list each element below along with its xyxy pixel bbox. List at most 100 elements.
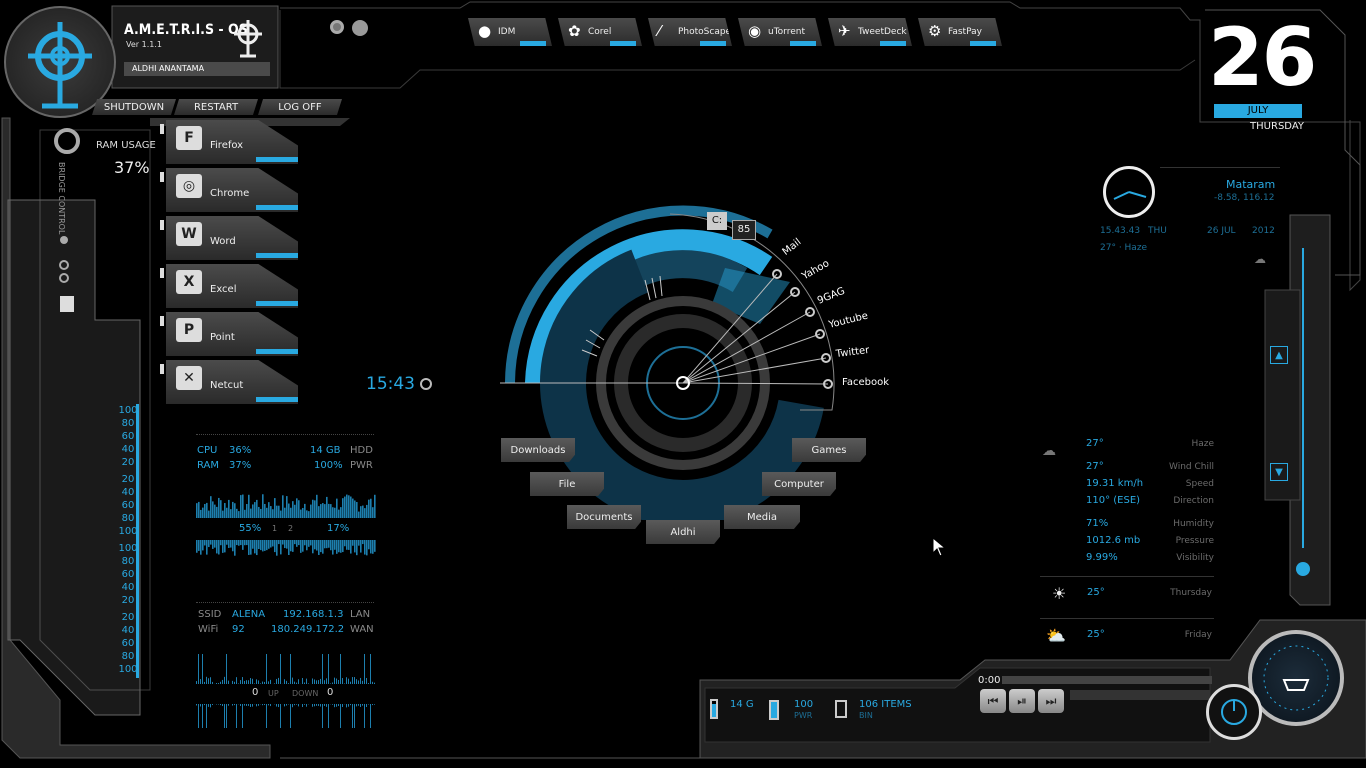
weather-row: 27° Wind Chill — [1086, 461, 1214, 472]
user-name: ALDHI ANANTAMA — [124, 62, 270, 76]
photoscape-icon: ⁄ — [658, 22, 661, 40]
location-summary: 27° · Haze — [1100, 243, 1148, 253]
scale-value: 40 — [121, 487, 135, 498]
battery-icon — [769, 700, 779, 720]
scale-value: 80 — [121, 556, 135, 567]
ring-icon[interactable] — [59, 273, 69, 283]
power-knob[interactable] — [1206, 684, 1262, 740]
weather-row: 19.31 km/h Speed — [1086, 478, 1214, 489]
compass-icon[interactable] — [1296, 562, 1310, 576]
scale-value: 100 — [118, 543, 138, 554]
cloud-icon: ☁ — [1254, 252, 1266, 266]
netcut-icon: ✕ — [176, 366, 202, 390]
scale-value: 60 — [121, 431, 135, 442]
scale-value: 80 — [121, 513, 135, 524]
clock-time: 15:43 — [366, 374, 415, 394]
forecast-friday-temp: 25° — [1087, 629, 1105, 640]
launcher-idm[interactable]: ● IDM — [468, 18, 552, 46]
weather-details: 27° Haze 27° Wind Chill 19.31 km/h Speed 110° … — [1086, 438, 1214, 569]
restart-button[interactable]: RESTART — [174, 99, 258, 115]
trash-icon[interactable] — [60, 296, 74, 312]
disk-value: 14 G — [730, 699, 754, 710]
folder-games[interactable]: Games — [792, 438, 866, 462]
next-icon[interactable]: ⏭ — [1038, 689, 1064, 713]
scale-value: 100 — [118, 664, 138, 675]
drive-value: 85 — [732, 220, 756, 240]
folder-aldhi[interactable]: Aldhi — [646, 520, 720, 544]
clock-node-icon — [420, 378, 432, 390]
launcher-tweetdeck[interactable]: ✈ TweetDeck — [828, 18, 912, 46]
link-facebook[interactable]: Facebook — [842, 377, 889, 388]
launcher-utorrent[interactable]: ◉ uTorrent — [738, 18, 822, 46]
excel-icon: X — [176, 270, 202, 294]
sun-icon: ☀ — [1052, 584, 1067, 603]
core2-value: 17% — [325, 523, 352, 534]
location-date: 26 JUL — [1207, 226, 1236, 236]
folder-file[interactable]: File — [530, 472, 604, 496]
tweetdeck-icon: ✈ — [838, 22, 851, 40]
location-coords: -8.58, 116.12 — [1214, 193, 1275, 203]
scale-value: 100 — [118, 526, 138, 537]
level-scale: 100 80 60 40 20 20 40 60 80 100 100 80 60 40 20 20 40 60 8… — [117, 404, 139, 676]
player-progress[interactable] — [1002, 676, 1212, 684]
folder-computer[interactable]: Computer — [762, 472, 836, 496]
upload-value: 0 — [252, 687, 259, 698]
previous-icon[interactable]: ⏮ — [980, 689, 1006, 713]
scroll-up-icon[interactable]: ▲ — [1270, 346, 1288, 364]
folder-documents[interactable]: Documents — [567, 505, 641, 529]
player-time: 0:00 — [978, 675, 1001, 686]
launcher-photoscape[interactable]: ⁄ PhotoScape — [648, 18, 732, 46]
logoff-button[interactable]: LOG OFF — [258, 99, 342, 115]
date-day: 26 — [1208, 11, 1317, 104]
idm-icon: ● — [478, 22, 492, 40]
target-icon[interactable] — [54, 128, 80, 154]
ring-icon[interactable] — [59, 260, 69, 270]
shutdown-button[interactable]: SHUTDOWN — [92, 99, 176, 115]
os-title: A.M.E.T.R.I.S - OS — [124, 22, 248, 38]
location-year: 2012 — [1252, 226, 1275, 236]
battery-value: 100 — [794, 699, 814, 710]
network-graph — [196, 654, 375, 728]
scale-value: 40 — [121, 444, 135, 455]
corel-icon: ✿ — [568, 22, 581, 40]
play-pause-icon[interactable]: ⏯ — [1009, 689, 1035, 713]
recycle-bin-icon[interactable] — [835, 700, 847, 718]
scale-value: 20 — [121, 595, 135, 606]
launcher-corel[interactable]: ✿ Corel — [558, 18, 642, 46]
scale-value: 60 — [121, 569, 135, 580]
firefox-icon: F — [176, 126, 202, 150]
scale-value: 20 — [121, 474, 135, 485]
launcher-fastpay[interactable]: ⚙ FastPay — [918, 18, 1002, 46]
weather-row: 9.99% Visibility — [1086, 552, 1214, 563]
bin-items: 106 ITEMS — [859, 699, 912, 710]
scroll-track[interactable] — [1302, 248, 1304, 548]
core1-value: 55% — [237, 523, 264, 534]
folder-media[interactable]: Media — [724, 505, 800, 529]
player-volume[interactable] — [1070, 690, 1210, 700]
record-icon[interactable] — [330, 20, 344, 34]
fastpay-icon: ⚙ — [928, 22, 942, 40]
scale-value: 60 — [121, 638, 135, 649]
volume-gauge[interactable] — [1248, 630, 1344, 726]
word-icon: W — [176, 222, 202, 246]
cpu-value: 36% — [229, 445, 252, 456]
scale-value: 100 — [118, 405, 138, 416]
scroll-down-icon[interactable]: ▼ — [1270, 463, 1288, 481]
dot-icon[interactable] — [60, 236, 68, 244]
location-city: Mataram — [1226, 178, 1276, 191]
forecast-thursday-temp: 25° — [1087, 587, 1105, 598]
crosshair-icon[interactable] — [352, 20, 368, 36]
scale-value: 20 — [121, 612, 135, 623]
lan-ip: 192.168.1.3 — [283, 609, 344, 620]
os-version: Ver 1.1.1 — [126, 40, 162, 49]
analog-clock — [1103, 166, 1155, 218]
forecast-friday-label: Friday — [1184, 630, 1212, 640]
forecast-thursday-label: Thursday — [1170, 588, 1212, 598]
weather-row: 1012.6 mb Pressure — [1086, 535, 1214, 546]
weather-row: 71% Humidity — [1086, 518, 1214, 529]
scale-value: 80 — [121, 418, 135, 429]
power-value: 100% — [314, 460, 343, 471]
drive-label: C: — [707, 212, 727, 230]
folder-downloads[interactable]: Downloads — [501, 438, 575, 462]
date-weekday: THURSDAY — [1250, 121, 1304, 132]
